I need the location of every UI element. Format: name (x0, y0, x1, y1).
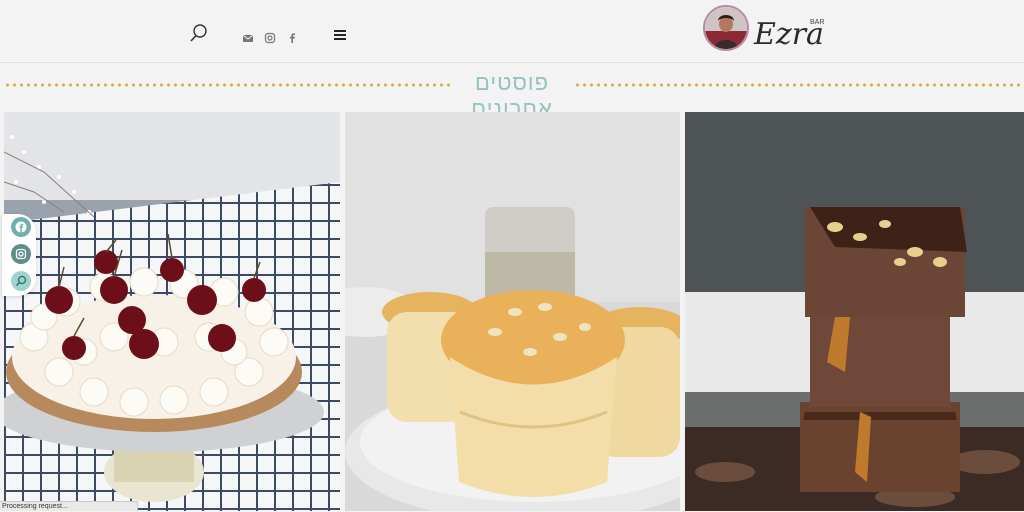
facebook-icon[interactable] (286, 29, 298, 43)
floating-social-bar (2, 214, 36, 296)
muffins-image (345, 112, 680, 511)
post-card-muffins[interactable] (345, 112, 680, 511)
section-header: פוסטים אחרונים (0, 68, 1024, 121)
site-header: Ezra BAR (0, 0, 1024, 63)
post-card-cherry-tart[interactable] (4, 112, 340, 511)
site-logo[interactable]: Ezra BAR (752, 10, 832, 52)
avatar[interactable] (703, 5, 749, 51)
recent-posts-grid (0, 112, 1024, 511)
dotted-divider-left (4, 83, 450, 87)
search-icon[interactable] (188, 22, 210, 44)
hamburger-menu-icon[interactable] (334, 30, 346, 40)
envelope-icon[interactable] (242, 29, 254, 42)
instagram-icon[interactable] (264, 29, 276, 44)
search-icon[interactable] (11, 271, 31, 291)
browser-status-bar: Processing request... (0, 501, 138, 511)
logo-small-text: BAR (810, 19, 824, 26)
brownies-image (685, 112, 1024, 511)
facebook-icon[interactable] (11, 217, 31, 237)
post-card-brownies[interactable] (685, 112, 1024, 511)
instagram-icon[interactable] (11, 244, 31, 264)
cherry-tart-image (4, 112, 340, 511)
dotted-divider-right (574, 83, 1020, 87)
